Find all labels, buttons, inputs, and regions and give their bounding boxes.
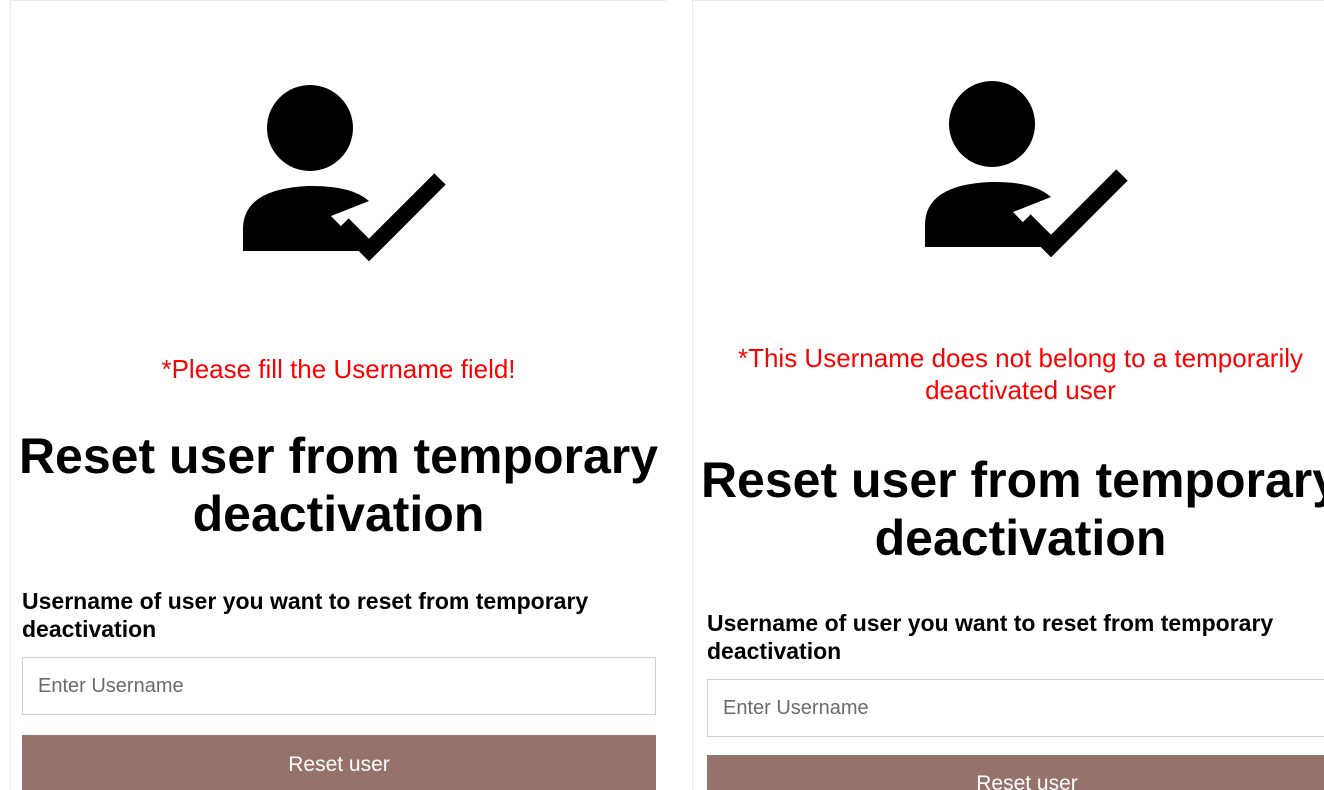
username-field-label: Username of user you want to reset from …: [22, 588, 589, 642]
error-message: *This Username does not belong to a temp…: [737, 343, 1304, 405]
page-title: Reset user from temporary deactivation: [18, 428, 659, 542]
user-check-icon: [233, 81, 453, 261]
page-title: Reset user from temporary deactivation: [700, 452, 1324, 566]
reset-user-button[interactable]: Reset user: [707, 755, 1324, 790]
username-input[interactable]: [22, 657, 656, 715]
username-field-label: Username of user you want to reset from …: [707, 610, 1274, 664]
user-check-icon: [915, 77, 1135, 257]
username-input[interactable]: [707, 679, 1324, 737]
error-message: *Please fill the Username field!: [161, 354, 516, 384]
reset-user-panel-left: *Please fill the Username field! Reset u…: [10, 0, 666, 790]
reset-user-panel-right: *This Username does not belong to a temp…: [692, 0, 1324, 790]
reset-user-button[interactable]: Reset user: [22, 735, 656, 790]
